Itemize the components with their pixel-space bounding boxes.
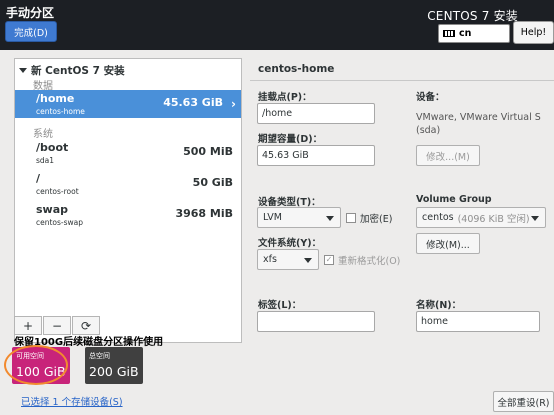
- device-info-disk: (sda): [416, 125, 441, 136]
- volume-group-dropdown[interactable]: centos (4096 KiB 空闲): [416, 207, 546, 228]
- mountpoint-item-swap[interactable]: swap centos-swap 3968 MiB: [15, 201, 241, 229]
- page-title: 手动分区: [6, 6, 55, 20]
- capacity-input[interactable]: 45.63 GiB: [257, 145, 375, 166]
- mountpoint-item-boot[interactable]: /boot sda1 500 MiB: [15, 139, 241, 167]
- name-input[interactable]: home: [416, 311, 540, 332]
- volume-group-free: (4096 KiB 空闲): [457, 213, 530, 225]
- mountpoint-device: centos-root: [36, 187, 79, 196]
- mountpoint-size: 45.63 GiB: [163, 96, 223, 109]
- mountpoint-path: swap: [36, 203, 69, 216]
- keyboard-icon: [443, 30, 455, 37]
- mountpoint-tree: 新 CentOS 7 安装 数据 /home centos-home 45.63…: [14, 58, 242, 343]
- chevron-down-icon: [531, 216, 539, 221]
- chevron-right-icon: ›: [231, 97, 236, 111]
- help-button[interactable]: Help!: [513, 21, 554, 44]
- device-type-label: 设备类型(T)：: [258, 197, 321, 208]
- reset-all-button[interactable]: 全部重设(R): [493, 391, 554, 412]
- mountpoint-item-root[interactable]: / centos-root 50 GiB: [15, 170, 241, 198]
- volume-group-label: Volume Group: [416, 194, 492, 205]
- mountpoint-size: 50 GiB: [192, 176, 233, 189]
- reformat-checkbox[interactable]: ✓ 重新格式化(O): [324, 253, 400, 267]
- device-label: 设备：: [416, 92, 445, 103]
- mountpoint-item-home[interactable]: /home centos-home 45.63 GiB ›: [15, 90, 241, 118]
- device-type-value: LVM: [263, 212, 282, 223]
- mountpoint-path: /home: [36, 92, 75, 105]
- device-type-dropdown[interactable]: LVM: [257, 207, 341, 228]
- divider: [250, 80, 554, 81]
- mountpoint-input[interactable]: /home: [257, 103, 375, 124]
- mountpoint-size: 3968 MiB: [175, 207, 233, 220]
- chevron-down-icon: [304, 258, 312, 263]
- total-space-box: 总空间 200 GiB: [85, 347, 143, 384]
- keyboard-layout-indicator[interactable]: cn: [438, 24, 510, 43]
- total-space-value: 200 GiB: [89, 364, 139, 379]
- install-title: 新 CentOS 7 安装: [31, 65, 125, 77]
- tag-input[interactable]: [257, 311, 375, 332]
- detail-title: centos-home: [258, 63, 335, 75]
- header-bar: 手动分区 完成(D) CENTOS 7 安装 cn Help!: [0, 0, 554, 50]
- mountpoint-field-label: 挂载点(P)：: [258, 92, 312, 103]
- modify-volume-group-button[interactable]: 修改(M)...: [416, 233, 480, 254]
- tag-field-label: 标签(L)：: [258, 300, 302, 311]
- volume-group-value: centos: [422, 212, 454, 223]
- annotation-circle: [4, 345, 68, 385]
- product-title: CENTOS 7 安装: [427, 9, 518, 23]
- device-info: VMware, VMware Virtual S: [416, 112, 541, 123]
- chevron-down-icon: [326, 216, 334, 221]
- mountpoint-device: centos-swap: [36, 218, 84, 227]
- filesystem-label: 文件系统(Y)：: [258, 238, 322, 249]
- mountpoint-device: centos-home: [36, 107, 85, 116]
- reformat-label: 重新格式化(O): [338, 256, 401, 267]
- filesystem-value: xfs: [263, 254, 277, 265]
- mountpoint-device: sda1: [36, 156, 55, 165]
- name-field-label: 名称(N)：: [416, 300, 462, 311]
- keyboard-layout-label: cn: [459, 28, 472, 39]
- done-button[interactable]: 完成(D): [5, 21, 57, 42]
- modify-device-button[interactable]: 修改...(M): [416, 145, 480, 166]
- collapse-triangle-icon: [19, 68, 27, 73]
- encrypt-label: 加密(E): [360, 214, 393, 225]
- checkmark-icon: ✓: [324, 255, 334, 265]
- install-header[interactable]: 新 CentOS 7 安装: [19, 63, 125, 78]
- total-space-label: 总空间: [89, 352, 110, 360]
- encrypt-checkbox[interactable]: 加密(E): [346, 211, 392, 225]
- capacity-field-label: 期望容量(D)：: [258, 134, 323, 145]
- mountpoint-size: 500 MiB: [183, 145, 233, 158]
- mountpoint-path: /: [36, 172, 41, 185]
- section-label-system: 系统: [33, 129, 53, 140]
- mountpoint-path: /boot: [36, 141, 69, 154]
- selected-storage-link[interactable]: 已选择 1 个存储设备(S): [21, 394, 123, 408]
- filesystem-dropdown[interactable]: xfs: [257, 249, 319, 270]
- checkbox-icon: [346, 213, 356, 223]
